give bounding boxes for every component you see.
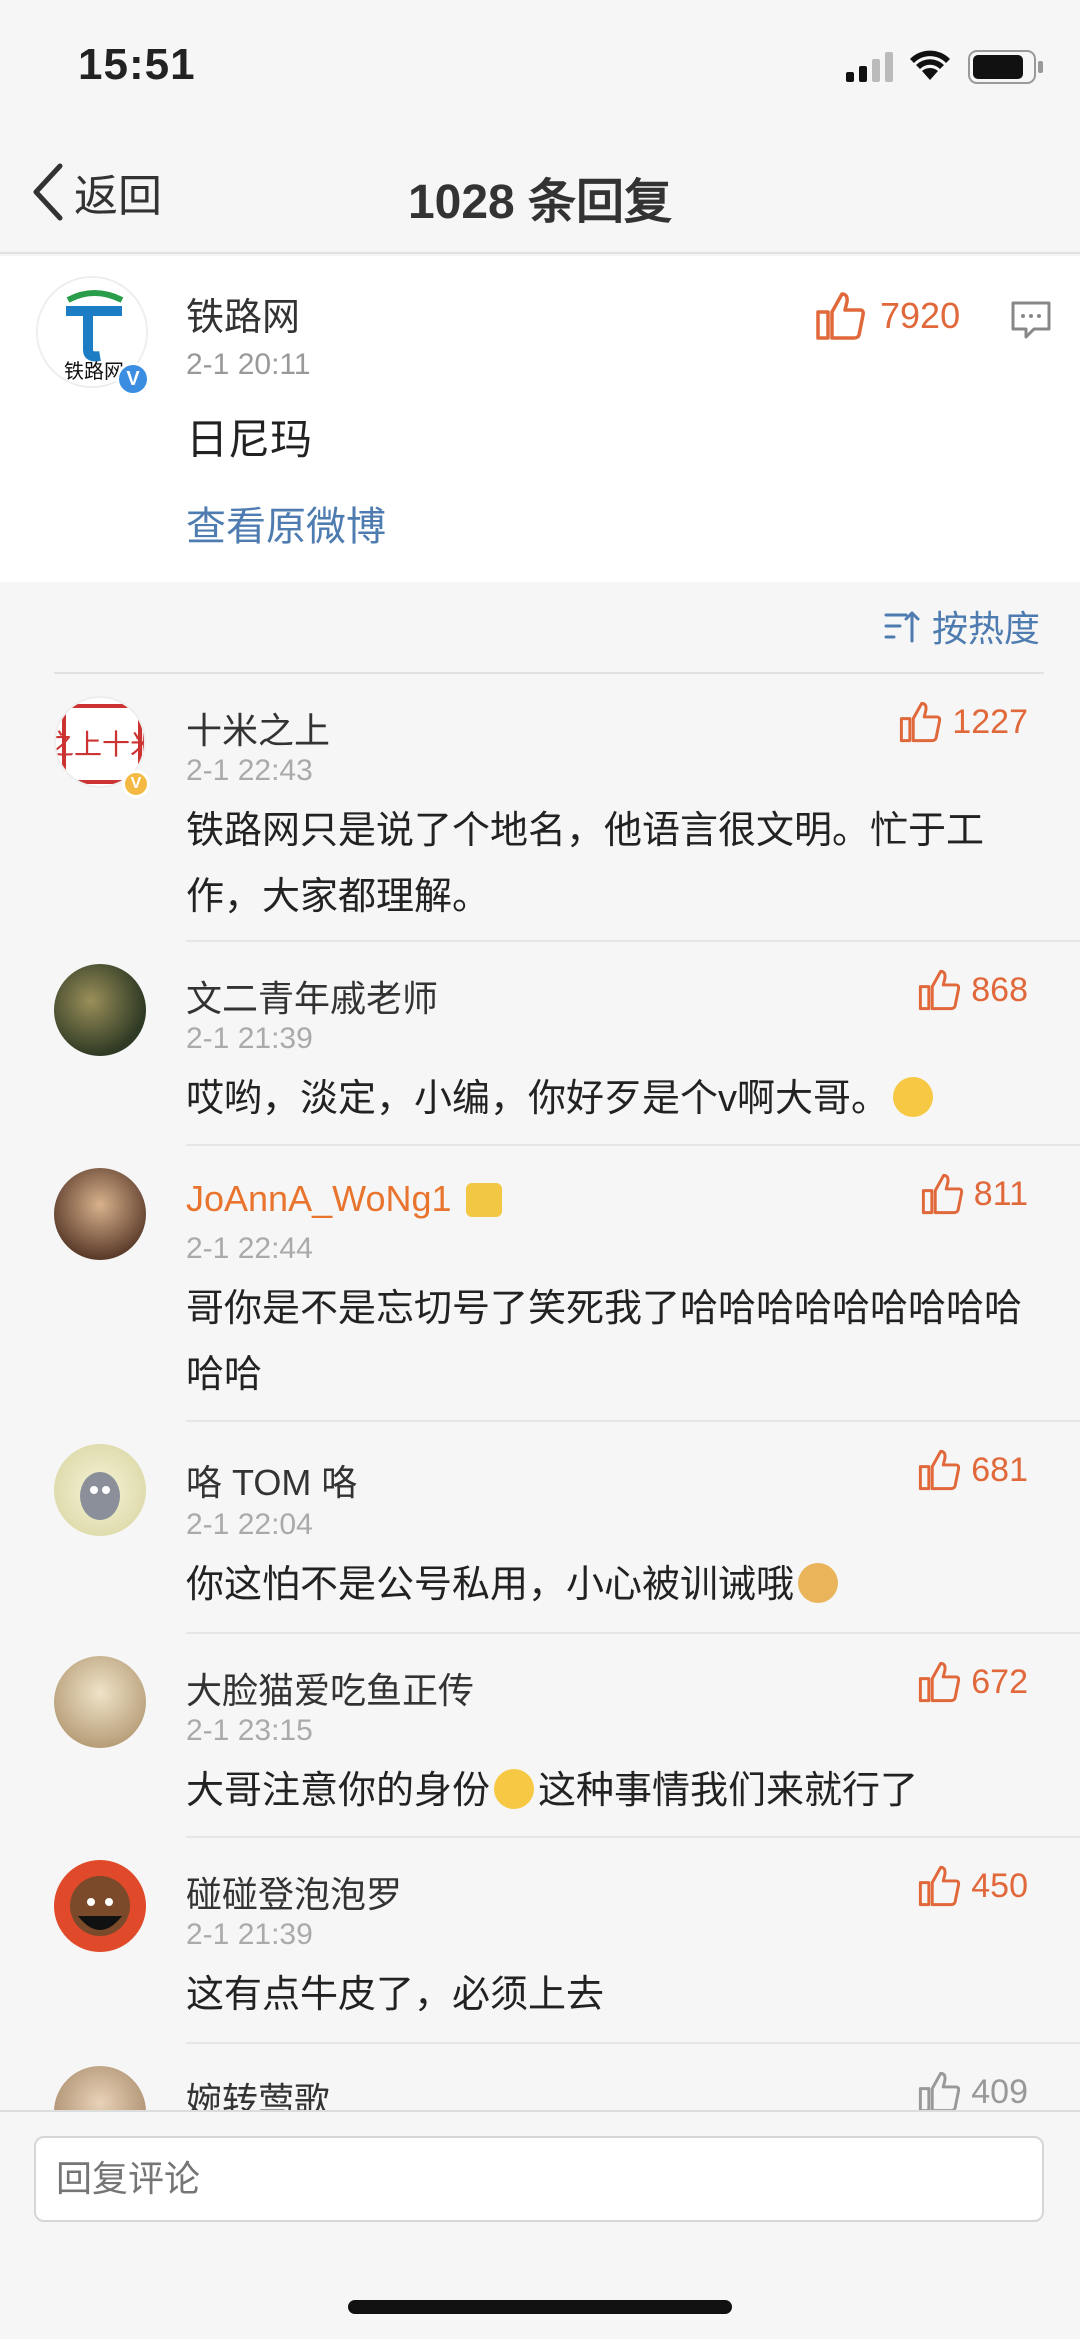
like-count: 1227 bbox=[952, 702, 1028, 741]
avatar[interactable] bbox=[54, 964, 146, 1056]
timestamp: 2-1 22:04 bbox=[186, 1508, 313, 1541]
svg-text:之上十米: 之上十米 bbox=[56, 728, 146, 761]
comment-text: 大哥注意你的身份 bbox=[186, 1770, 491, 1812]
list-item: 咯 TOM 咯 2-1 22:04 你这怕不是公号私用，小心被训诫哦 681 bbox=[0, 1422, 1080, 1634]
list-item: JoAnnA_WoNg1 2-1 22:44 哥你是不是忘切号了笑死我了哈哈哈哈… bbox=[0, 1146, 1080, 1422]
home-indicator[interactable] bbox=[348, 2300, 732, 2314]
comment-text: 这种事情我们来就行了 bbox=[538, 1770, 919, 1812]
like-button[interactable]: 7920 bbox=[814, 290, 960, 342]
like-count: 681 bbox=[971, 1450, 1028, 1489]
author-name[interactable]: 碰碰登泡泡罗 bbox=[186, 1866, 402, 1918]
timestamp: 2-1 22:43 bbox=[186, 754, 313, 787]
list-item: 大脸猫爱吃鱼正传 2-1 23:15 大哥注意你的身份 这种事情我们来就行了 67… bbox=[0, 1634, 1080, 1838]
view-original-link[interactable]: 查看原微博 bbox=[186, 494, 386, 552]
like-count: 7920 bbox=[880, 295, 961, 336]
like-button[interactable]: 681 bbox=[917, 1448, 1028, 1492]
cartoon-face-icon bbox=[70, 1876, 130, 1936]
thumbs-up-icon bbox=[919, 1661, 961, 1703]
comment-text: 铁路网只是说了个地名，他语言很文明。忙于工作，大家都理解。 bbox=[186, 810, 985, 918]
timestamp: 2-1 21:39 bbox=[186, 1918, 313, 1951]
author-name[interactable]: 文二青年戚老师 bbox=[186, 970, 438, 1022]
navigation-bar: 返回 1028 条回复 bbox=[0, 132, 1080, 254]
author-name[interactable]: JoAnnA_WoNg1 bbox=[186, 1178, 506, 1220]
list-item: 碰碰登泡泡罗 2-1 21:39 这有点牛皮了，必须上去 450 bbox=[0, 1838, 1080, 2044]
cartoon-cat-icon bbox=[80, 1472, 120, 1520]
like-count: 811 bbox=[973, 1174, 1028, 1213]
author-name[interactable]: 咯 TOM 咯 bbox=[186, 1454, 357, 1506]
author-name[interactable]: 大脸猫爱吃鱼正传 bbox=[186, 1662, 474, 1714]
timestamp: 2-1 23:15 bbox=[186, 1714, 313, 1747]
comment-icon[interactable] bbox=[1010, 300, 1052, 340]
like-button[interactable]: 1227 bbox=[898, 700, 1028, 744]
like-count: 450 bbox=[971, 1866, 1028, 1905]
avatar[interactable] bbox=[54, 1656, 146, 1748]
thumbs-up-icon bbox=[900, 701, 942, 743]
laugh-cry-emoji-icon bbox=[494, 1769, 535, 1809]
like-count: 868 bbox=[971, 970, 1028, 1009]
thumbs-up-icon bbox=[919, 1865, 961, 1907]
comment-text-line: 大哥注意你的身份 这种事情我们来就行了 bbox=[186, 1758, 1026, 1824]
thumbs-up-icon bbox=[921, 1173, 963, 1215]
like-button[interactable]: 409 bbox=[917, 2070, 1028, 2114]
doge-emoji-icon bbox=[798, 1563, 839, 1603]
like-count: 409 bbox=[971, 2072, 1028, 2111]
avatar[interactable] bbox=[54, 1168, 146, 1260]
svg-text:铁路网: 铁路网 bbox=[64, 359, 124, 383]
comment-text-line: 你这怕不是公号私用，小心被训诫哦 bbox=[186, 1552, 1026, 1618]
comment-text: 这有点牛皮了，必须上去 bbox=[186, 1974, 605, 2016]
comment-list: 之上十米 V 十米之上 2-1 22:43 铁路网只是说了个地名，他语言很文明。… bbox=[0, 674, 1080, 2164]
like-button[interactable]: 672 bbox=[917, 1660, 1028, 1704]
comment-text-line: 哎哟，淡定，小编，你好歹是个v啊大哥。 bbox=[186, 1066, 1026, 1132]
cellular-signal-icon bbox=[846, 52, 893, 82]
comment-text: 日尼玛 bbox=[186, 416, 313, 463]
reply-input[interactable] bbox=[34, 2136, 1044, 2222]
comment-text: 哎哟，淡定，小编，你好歹是个v啊大哥。 bbox=[186, 1078, 890, 1120]
timestamp: 2-1 22:44 bbox=[186, 1232, 313, 1265]
vip-crown-icon bbox=[465, 1183, 502, 1217]
list-item: 之上十米 V 十米之上 2-1 22:43 铁路网只是说了个地名，他语言很文明。… bbox=[0, 674, 1080, 942]
comment-text: 哥你是不是忘切号了笑死我了哈哈哈哈哈哈哈哈哈哈哈 bbox=[186, 1288, 1023, 1396]
comment-text: 你这怕不是公号私用，小心被训诫哦 bbox=[186, 1564, 795, 1606]
page-title: 1028 条回复 bbox=[407, 176, 673, 229]
thumbs-up-icon bbox=[919, 1449, 961, 1491]
sort-label: 按热度 bbox=[931, 608, 1040, 649]
wifi-icon bbox=[910, 50, 950, 80]
like-button[interactable]: 450 bbox=[917, 1864, 1028, 1908]
author-name[interactable]: 铁路网 bbox=[186, 286, 300, 341]
timestamp: 2-1 20:11 bbox=[186, 348, 311, 381]
list-item: 文二青年戚老师 2-1 21:39 哎哟，淡定，小编，你好歹是个v啊大哥。 86… bbox=[0, 942, 1080, 1146]
author-name[interactable]: 十米之上 bbox=[186, 702, 330, 754]
status-time: 15:51 bbox=[78, 40, 196, 89]
timestamp: 2-1 21:39 bbox=[186, 1022, 313, 1055]
like-button[interactable]: 868 bbox=[917, 968, 1028, 1012]
original-comment: 铁路网 V 铁路网 2-1 20:11 日尼玛 查看原微博 7920 bbox=[0, 256, 1080, 582]
battery-icon bbox=[968, 50, 1043, 84]
avatar[interactable] bbox=[54, 1860, 146, 1952]
verified-badge-icon: V bbox=[116, 362, 150, 396]
author-name-text: JoAnnA_WoNg1 bbox=[186, 1178, 452, 1219]
like-count: 672 bbox=[971, 1662, 1028, 1701]
sort-by-hot-button[interactable]: 按热度 bbox=[884, 600, 1040, 652]
avatar[interactable] bbox=[54, 1444, 146, 1536]
thumbs-up-icon bbox=[919, 969, 961, 1011]
laugh-cry-emoji-icon bbox=[893, 1077, 934, 1117]
thumbs-up-icon bbox=[816, 292, 865, 340]
sort-icon bbox=[884, 611, 920, 643]
thumbs-up-icon bbox=[919, 2071, 961, 2113]
verified-badge-icon: V bbox=[122, 770, 150, 798]
like-button[interactable]: 811 bbox=[920, 1172, 1028, 1216]
status-bar: 15:51 bbox=[0, 0, 1080, 132]
